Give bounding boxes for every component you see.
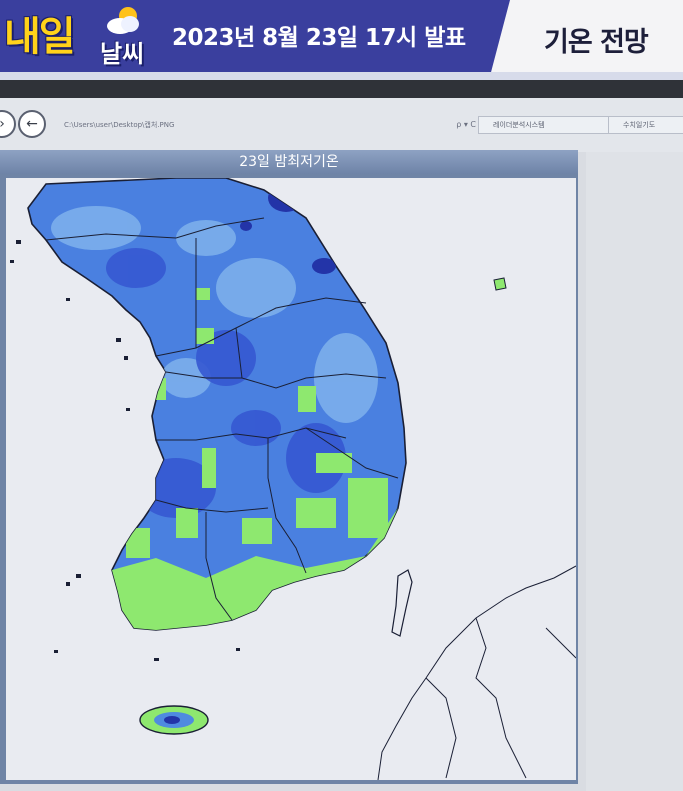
logo-sub-text: 날씨 (100, 40, 145, 68)
map-panel: 23일 밤최저기온 (0, 150, 578, 784)
search-refresh-icon[interactable]: ρ ▾ C (456, 118, 476, 132)
logo-main-text: 내일 (4, 14, 76, 60)
map-title-bar: 23일 밤최저기온 (0, 150, 578, 174)
adjacent-window (586, 152, 683, 791)
ulleungdo-island (493, 277, 507, 291)
broadcast-header: 내일 날씨 2023년 8월 23일 17시 발표 기온 전망 (0, 0, 683, 80)
browser-toolbar: › ← C:\Users\user\Desktop\캡처.PNG ρ ▾ C 레… (0, 98, 683, 152)
broadcast-date: 2023년 8월 23일 17시 발표 (172, 25, 466, 51)
sun-cloud-icon (107, 7, 139, 34)
address-bar[interactable]: C:\Users\user\Desktop\캡처.PNG ρ ▾ C (64, 118, 476, 132)
arrow-left-icon: ← (26, 116, 38, 132)
back-button[interactable]: ← (18, 110, 46, 138)
tab-radar[interactable]: 레이더분석시스템 (478, 116, 612, 134)
korea-temperature-map (6, 178, 576, 780)
monitor-bezel (0, 80, 683, 98)
map-title: 23일 밤최저기온 (239, 154, 339, 170)
section-title: 기온 전망 (544, 27, 649, 58)
header-divider (0, 72, 683, 80)
jeju-island (139, 705, 209, 735)
temperature-map (6, 178, 576, 780)
address-text: C:\Users\user\Desktop\캡처.PNG (64, 121, 175, 129)
tab-weather-chart[interactable]: 수치일기도 (608, 116, 683, 134)
forward-button[interactable]: › (0, 110, 16, 138)
program-logo: 내일 날씨 (0, 0, 150, 76)
monitor-screen: › ← C:\Users\user\Desktop\캡처.PNG ρ ▾ C 레… (0, 98, 683, 791)
